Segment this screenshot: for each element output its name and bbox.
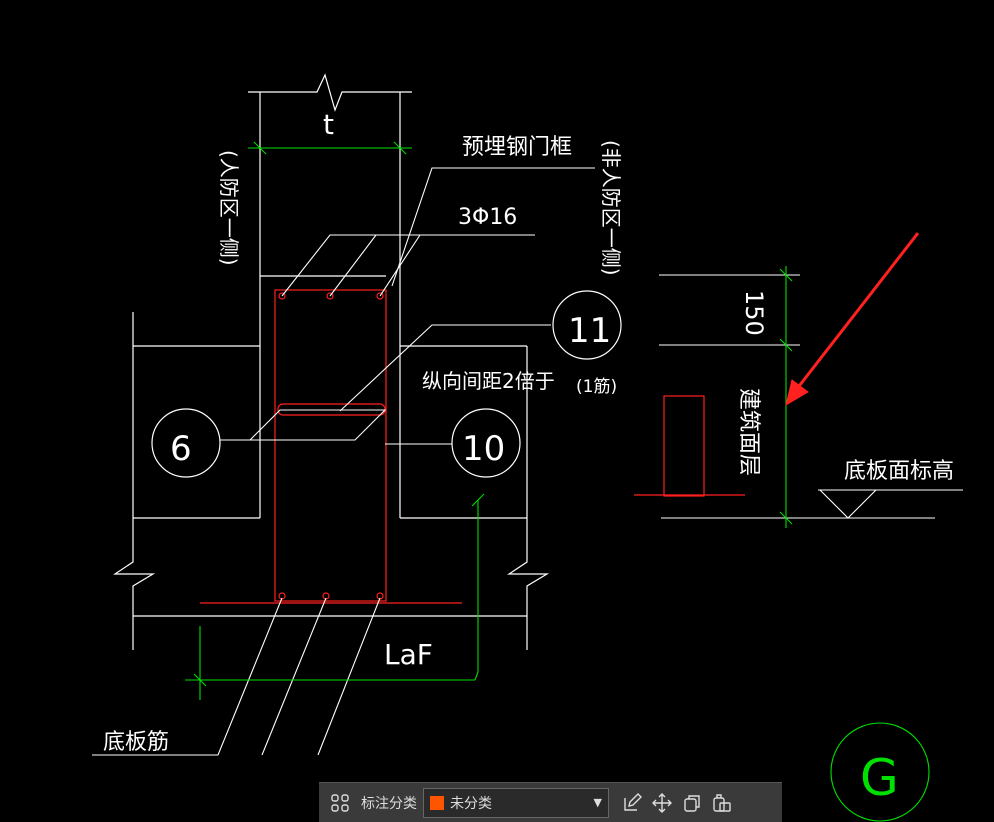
paste-icon[interactable] [707,788,737,818]
laf-label: LaF [384,638,433,671]
dim-150-text: 150 [740,290,768,336]
callout-11-text: 11 [568,311,611,351]
dimension-lines [185,141,930,822]
callout-6-text: 6 [170,429,192,469]
longitudinal-spacing-label: 纵向间距2倍于 [422,369,555,393]
chevron-down-icon: ▼ [593,796,602,809]
noncivil-side-label: (非人防区一侧) [599,140,623,276]
building-surface-label: 建筑面层 [736,388,761,476]
category-select[interactable]: 未分类 ▼ [423,787,609,818]
grid-g-text: G [860,749,899,807]
cad-canvas[interactable]: t 预埋钢门框 3Φ16 (人防区一侧) (非人防区一侧) 纵向间距2倍于 11… [0,0,994,822]
edit-icon[interactable] [617,788,647,818]
rebar-label: 3Φ16 [458,205,517,230]
copy-icon[interactable] [677,788,707,818]
grid-icon[interactable] [325,788,355,818]
bottom-rebar-label: 底板筋 [103,730,169,755]
red-arrow-icon [785,232,920,407]
civil-side-label: (人防区一侧) [217,150,241,266]
rib-1-label: (1筋) [576,377,617,397]
annotation-toolbar: 标注分类 未分类 ▼ [319,782,782,822]
move-icon[interactable] [647,788,677,818]
dim-t-text: t [323,108,334,141]
annotation-category-label: 标注分类 [361,795,417,812]
wall-outline [113,73,550,650]
embedded-frame-label: 预埋钢门框 [462,135,572,160]
callout-10-text: 10 [462,429,505,469]
category-color-swatch [430,795,444,810]
slab-elevation-label: 底板面标高 [844,459,954,484]
selected-category-text: 未分类 [450,795,492,812]
